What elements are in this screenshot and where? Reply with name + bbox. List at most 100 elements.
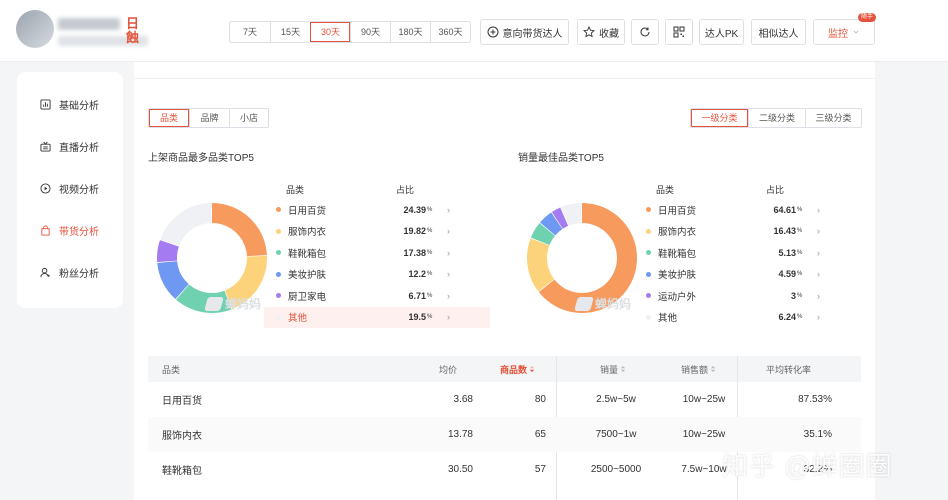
legend-color-dot <box>646 271 651 277</box>
donut-slice[interactable] <box>160 203 212 247</box>
legend-row[interactable]: 厨卫家电 6.71% › <box>264 285 490 307</box>
legend-color-dot <box>646 314 651 320</box>
legend-value: 6.71 <box>408 290 426 301</box>
legend-color-dot <box>646 228 651 234</box>
chevron-right-icon[interactable]: › <box>447 248 450 258</box>
legend-row[interactable]: 服饰内衣 19.82% › <box>264 221 490 243</box>
tab-level-3[interactable]: 三级分类 <box>805 109 861 127</box>
cell-product-count: 57 <box>534 464 546 475</box>
cell-avg-price: 30.50 <box>447 464 473 475</box>
bar-chart-icon <box>40 98 51 110</box>
legend-header: 品类 占比 <box>264 179 490 199</box>
legend-unit: % <box>427 249 433 256</box>
chevron-right-icon[interactable]: › <box>817 248 820 258</box>
broadcast-icon <box>40 141 51 152</box>
cell-conversion: 87.53% <box>798 394 832 405</box>
legend-label: 美妆护肤 <box>288 270 327 282</box>
legend-value: 4.59 <box>778 269 796 280</box>
refresh-button[interactable] <box>631 19 659 45</box>
legend-label: 服饰内衣 <box>288 227 327 239</box>
chevron-right-icon[interactable]: › <box>817 269 820 279</box>
chart-title-bestselling: 销量最佳品类TOP5 <box>518 153 604 164</box>
range-90d[interactable]: 90天 <box>350 22 390 42</box>
chevron-right-icon[interactable]: › <box>817 226 820 236</box>
pk-button[interactable]: 达人PK <box>699 19 744 45</box>
col-sales-volume[interactable]: 销量 <box>600 356 626 382</box>
sidebar-item-label: 带货分析 <box>59 226 99 238</box>
legend-unit: % <box>797 271 803 278</box>
range-30d[interactable]: 30天 <box>310 22 350 42</box>
tab-category[interactable]: 品类 <box>149 109 189 127</box>
legend-value: 19.5 <box>408 312 426 323</box>
chevron-down-icon <box>853 30 859 34</box>
legend-color-dot <box>276 228 281 234</box>
legend-row[interactable]: 运动户外 3% › <box>634 285 860 307</box>
chevron-right-icon[interactable]: › <box>447 312 450 322</box>
range-360d[interactable]: 360天 <box>430 22 470 42</box>
col-sales-amount-label: 销售额 <box>681 364 709 375</box>
divider <box>134 78 875 79</box>
chevron-right-icon[interactable]: › <box>817 312 820 322</box>
cell-category: 日用百货 <box>162 396 202 407</box>
legend-color-dot <box>276 314 281 320</box>
legend-unit: % <box>797 249 803 256</box>
legend-label: 运动户外 <box>658 291 697 303</box>
tab-store[interactable]: 小店 <box>229 109 268 127</box>
legend-value: 19.82 <box>403 226 426 237</box>
chevron-right-icon[interactable]: › <box>447 291 450 301</box>
legend-row[interactable]: 鞋靴箱包 5.13% › <box>634 242 860 264</box>
chevron-right-icon[interactable]: › <box>447 226 450 236</box>
legend-row[interactable]: 日用百货 24.39% › <box>264 199 490 221</box>
tab-brand[interactable]: 品牌 <box>189 109 229 127</box>
range-15d[interactable]: 15天 <box>270 22 310 42</box>
donut-slice[interactable] <box>212 203 267 257</box>
col-avg-price[interactable]: 均价 <box>439 356 457 382</box>
cell-avg-price: 13.78 <box>447 429 473 440</box>
chevron-right-icon[interactable]: › <box>817 205 820 215</box>
tab-level-2[interactable]: 二级分类 <box>748 109 805 127</box>
sidebar-item-basic-analysis[interactable]: 基础分析 <box>40 94 99 114</box>
legend-row[interactable]: 日用百货 64.61% › <box>634 199 860 221</box>
range-7d[interactable]: 7天 <box>230 22 270 42</box>
cell-sales-amount: 10w~25w <box>682 394 726 405</box>
chevron-right-icon[interactable]: › <box>447 205 450 215</box>
similar-influencer-button[interactable]: 相似达人 <box>751 19 806 45</box>
legend-unit: % <box>427 228 433 235</box>
col-sales-amount[interactable]: 销售额 <box>681 356 716 382</box>
legend-row[interactable]: 美妆护肤 12.2% › <box>264 264 490 286</box>
range-180d[interactable]: 180天 <box>390 22 430 42</box>
legend-value: 64.61 <box>773 204 796 215</box>
legend-row[interactable]: 美妆护肤 4.59% › <box>634 264 860 286</box>
sidebar-item-live-analysis[interactable]: 直播分析 <box>40 136 99 156</box>
table-row[interactable]: 日用百货 3.68 80 2.5w~5w 10w~25w 87.53% <box>148 382 861 417</box>
chevron-right-icon[interactable]: › <box>817 291 820 301</box>
legend-unit: % <box>797 314 803 321</box>
cell-avg-price: 3.68 <box>453 394 473 405</box>
influencer-profile[interactable]: 日蝕 <box>14 10 148 50</box>
cell-category: 服饰内衣 <box>162 431 202 442</box>
legend-unit: % <box>427 314 433 321</box>
favorite-button[interactable]: 收藏 <box>577 19 625 45</box>
tab-level-1[interactable]: 一级分类 <box>691 109 748 127</box>
watermark-logo-icon <box>574 296 594 311</box>
monitor-button[interactable]: 监控 随手 <box>813 13 876 45</box>
legend-col-share: 占比 <box>396 184 415 195</box>
legend-row[interactable]: 其他 6.24% › <box>634 307 860 329</box>
zhihu-watermark: 知乎 @蝉圈圈 <box>722 451 893 481</box>
qrcode-button[interactable] <box>665 19 693 45</box>
col-conversion[interactable]: 平均转化率 <box>766 356 811 382</box>
legend-label: 其他 <box>658 313 678 325</box>
intent-influencer-button[interactable]: 意向带货达人 <box>480 19 569 45</box>
legend-color-dot <box>646 293 651 299</box>
legend-row[interactable]: 鞋靴箱包 17.38% › <box>264 242 490 264</box>
legend-row[interactable]: 服饰内衣 16.43% › <box>634 221 860 243</box>
col-product-count[interactable]: 商品数 <box>500 356 535 382</box>
legend-value: 3 <box>790 290 796 301</box>
cell-category: 鞋靴箱包 <box>162 466 202 477</box>
sidebar-item-video-analysis[interactable]: 视频分析 <box>40 178 99 198</box>
similar-label: 相似达人 <box>758 28 799 40</box>
sidebar-item-fans-analysis[interactable]: 粉丝分析 <box>40 262 99 282</box>
legend-row[interactable]: 其他 19.5% › <box>264 306 490 328</box>
chevron-right-icon[interactable]: › <box>447 269 450 279</box>
sidebar-item-sales-analysis[interactable]: 带货分析 <box>40 220 99 240</box>
